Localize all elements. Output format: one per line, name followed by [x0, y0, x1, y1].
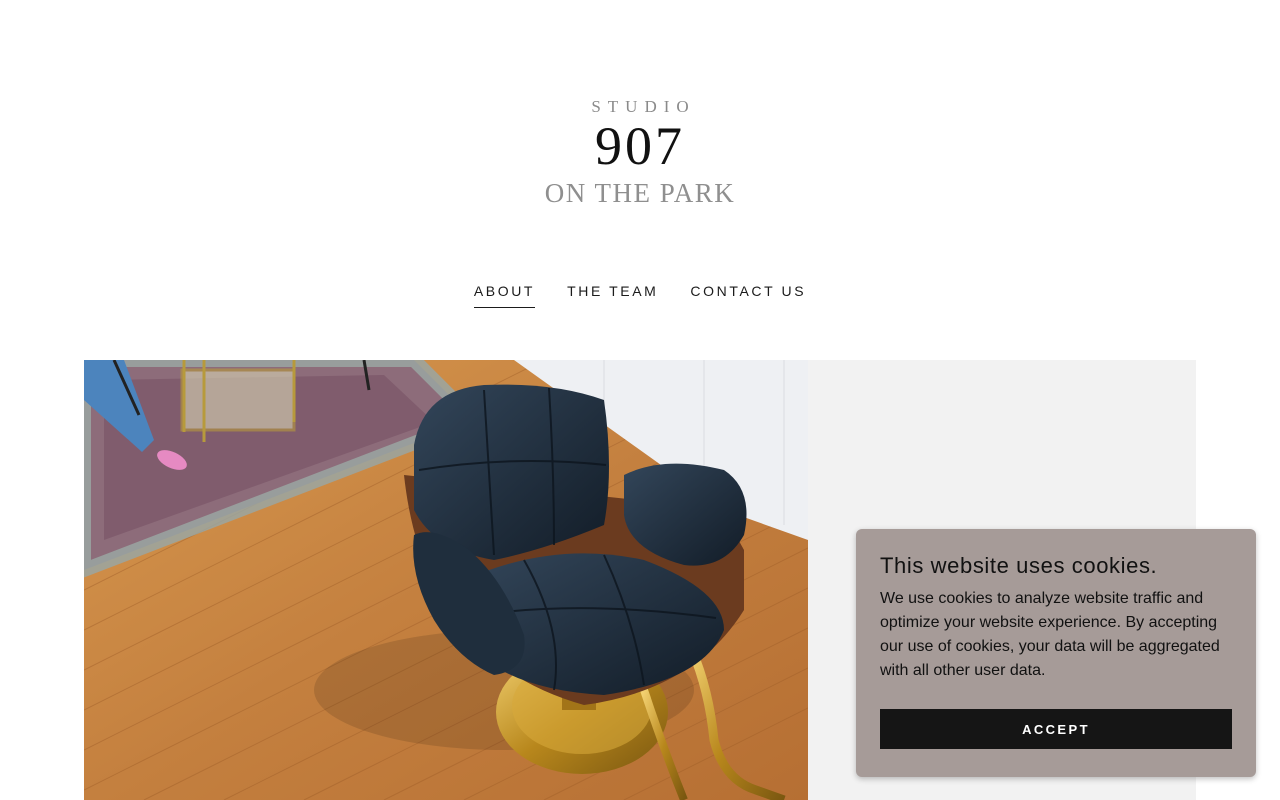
nav-item-about[interactable]: ABOUT	[473, 283, 536, 308]
site-logo[interactable]: STUDIO 907 ON THE PARK	[0, 96, 1280, 210]
nav-item-contact-us[interactable]: CONTACT US	[690, 283, 806, 308]
logo-line-park: ON THE PARK	[544, 178, 736, 208]
main-nav: ABOUT THE TEAM CONTACT US	[0, 283, 1280, 308]
hero-image	[84, 360, 808, 800]
salon-chair-photo	[84, 360, 808, 800]
nav-item-the-team[interactable]: THE TEAM	[567, 283, 658, 308]
accept-cookies-button[interactable]: ACCEPT	[880, 709, 1232, 749]
logo-line-number: 907	[595, 116, 685, 176]
cookie-banner-text: We use cookies to analyze website traffi…	[880, 590, 1220, 679]
logo-line-studio: STUDIO	[591, 97, 696, 116]
cookie-banner: This website uses cookies. We use cookie…	[856, 529, 1256, 777]
cookie-banner-title: This website uses cookies.	[880, 553, 1158, 578]
